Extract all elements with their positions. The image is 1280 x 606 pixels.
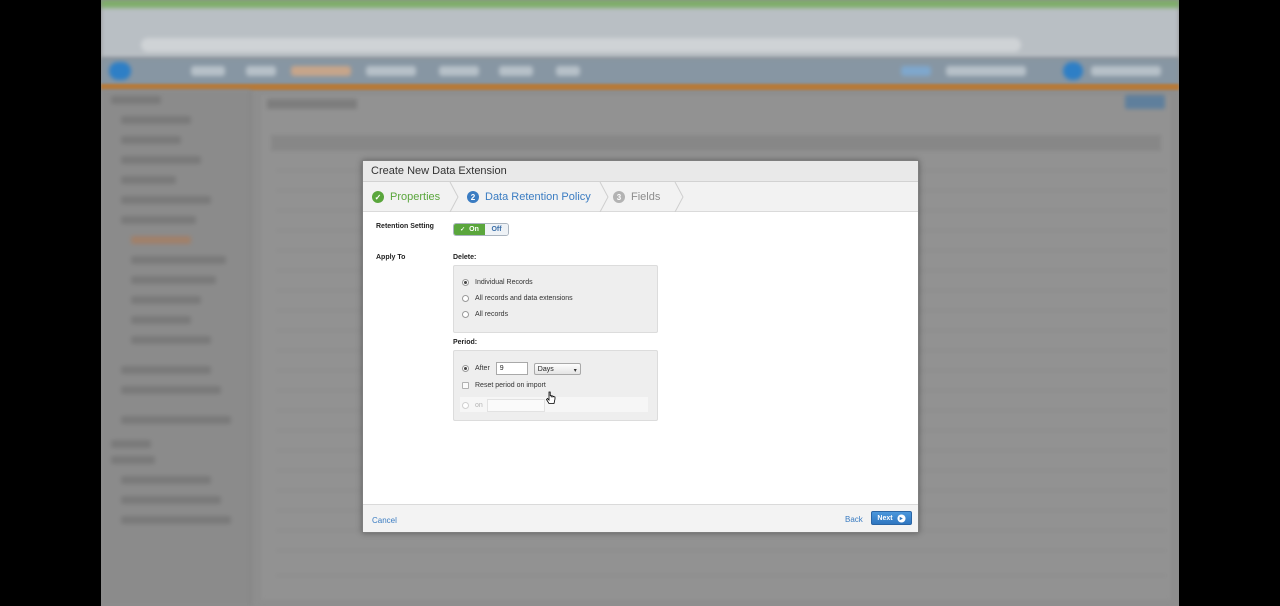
address-bar xyxy=(141,38,1021,52)
period-label: Period: xyxy=(453,339,478,346)
dropdown-caret-icon: ▾ xyxy=(573,367,577,374)
radio-all-records-and-data-extensions[interactable]: All records and data extensions xyxy=(462,295,573,302)
app-sidebar xyxy=(101,90,251,606)
dialog-title: Create New Data Extension xyxy=(363,161,918,182)
step-data-retention-policy[interactable]: 2 Data Retention Policy xyxy=(467,182,591,212)
step-fields[interactable]: 3 Fields xyxy=(613,182,660,212)
radio-button[interactable] xyxy=(462,295,469,302)
app-logo xyxy=(109,62,131,80)
reset-period-checkbox[interactable] xyxy=(462,382,469,389)
dialog-footer: Cancel Back Next xyxy=(363,504,918,532)
arrow-right-icon xyxy=(897,513,906,523)
check-icon: ✓ xyxy=(372,191,384,203)
step-properties[interactable]: ✓ Properties xyxy=(372,182,440,212)
nav-item xyxy=(439,66,479,76)
radio-button[interactable] xyxy=(462,279,469,286)
toggle-off-label: Off xyxy=(491,226,502,233)
step-number-badge: 2 xyxy=(467,191,479,203)
nav-item xyxy=(291,66,351,76)
delete-options-panel: Individual Records All records and data … xyxy=(453,265,658,333)
step-label: Properties xyxy=(390,191,441,203)
nav-item xyxy=(246,66,276,76)
radio-button[interactable] xyxy=(462,365,469,372)
app-accent-strip xyxy=(101,84,1179,90)
step-label: Data Retention Policy xyxy=(485,191,591,203)
radio-after[interactable]: After 9 Days ▾ xyxy=(462,362,581,375)
radio-all-records[interactable]: All records xyxy=(462,311,508,318)
on-date-input[interactable] xyxy=(486,399,545,412)
period-panel: After 9 Days ▾ Reset period on import on xyxy=(453,350,658,421)
nav-item xyxy=(499,66,533,76)
browser-chrome xyxy=(101,0,1179,58)
radio-on-date[interactable]: on xyxy=(462,399,545,412)
blurred-background-app: Create New Data Extension ✓ Properties 2… xyxy=(101,0,1179,606)
nav-item xyxy=(556,66,580,76)
radio-button[interactable] xyxy=(462,402,469,409)
nav-item xyxy=(191,66,225,76)
app-nav-bar xyxy=(101,58,1179,84)
radio-label: Individual Records xyxy=(475,279,533,286)
on-label: on xyxy=(475,402,483,409)
back-link[interactable]: Back xyxy=(845,515,863,524)
next-button[interactable]: Next xyxy=(871,511,912,525)
step-separator-icon xyxy=(449,182,459,212)
nav-item xyxy=(1091,66,1161,76)
step-separator-icon xyxy=(599,182,609,212)
radio-individual-records[interactable]: Individual Records xyxy=(462,279,533,286)
delete-label: Delete: xyxy=(453,254,477,261)
retention-toggle[interactable]: ✓ On Off xyxy=(453,223,509,236)
user-avatar xyxy=(1063,62,1083,80)
browser-tab-bar xyxy=(101,0,1179,8)
step-number-badge: 3 xyxy=(613,191,625,203)
radio-button[interactable] xyxy=(462,311,469,318)
period-unit-value: Days xyxy=(537,365,554,373)
toggle-on-label: On xyxy=(469,226,479,233)
mouse-pointer-icon xyxy=(546,391,556,404)
reset-period-label: Reset period on import xyxy=(475,382,546,389)
create-data-extension-dialog: Create New Data Extension ✓ Properties 2… xyxy=(362,160,919,533)
step-separator-icon xyxy=(674,182,684,212)
nav-item xyxy=(366,66,416,76)
reset-period-checkbox-row[interactable]: Reset period on import xyxy=(462,382,546,389)
toggle-on[interactable]: ✓ On xyxy=(454,224,485,235)
wizard-steps: ✓ Properties 2 Data Retention Policy 3 F… xyxy=(363,182,918,212)
period-number-input[interactable]: 9 xyxy=(495,362,528,375)
cancel-link[interactable]: Cancel xyxy=(372,516,397,525)
after-label: After xyxy=(475,365,490,372)
nav-item xyxy=(946,66,1026,76)
radio-label: All records xyxy=(475,311,509,318)
toggle-off[interactable]: Off xyxy=(485,224,508,235)
radio-label: All records and data extensions xyxy=(475,295,573,302)
nav-item xyxy=(901,66,931,76)
period-unit-select[interactable]: Days ▾ xyxy=(533,362,581,375)
app-primary-button xyxy=(1125,95,1165,109)
next-button-label: Next xyxy=(877,514,893,522)
apply-to-label: Apply To xyxy=(376,254,406,261)
retention-setting-label: Retention Setting xyxy=(376,223,434,230)
step-label: Fields xyxy=(631,191,661,203)
check-icon: ✓ xyxy=(460,227,466,233)
